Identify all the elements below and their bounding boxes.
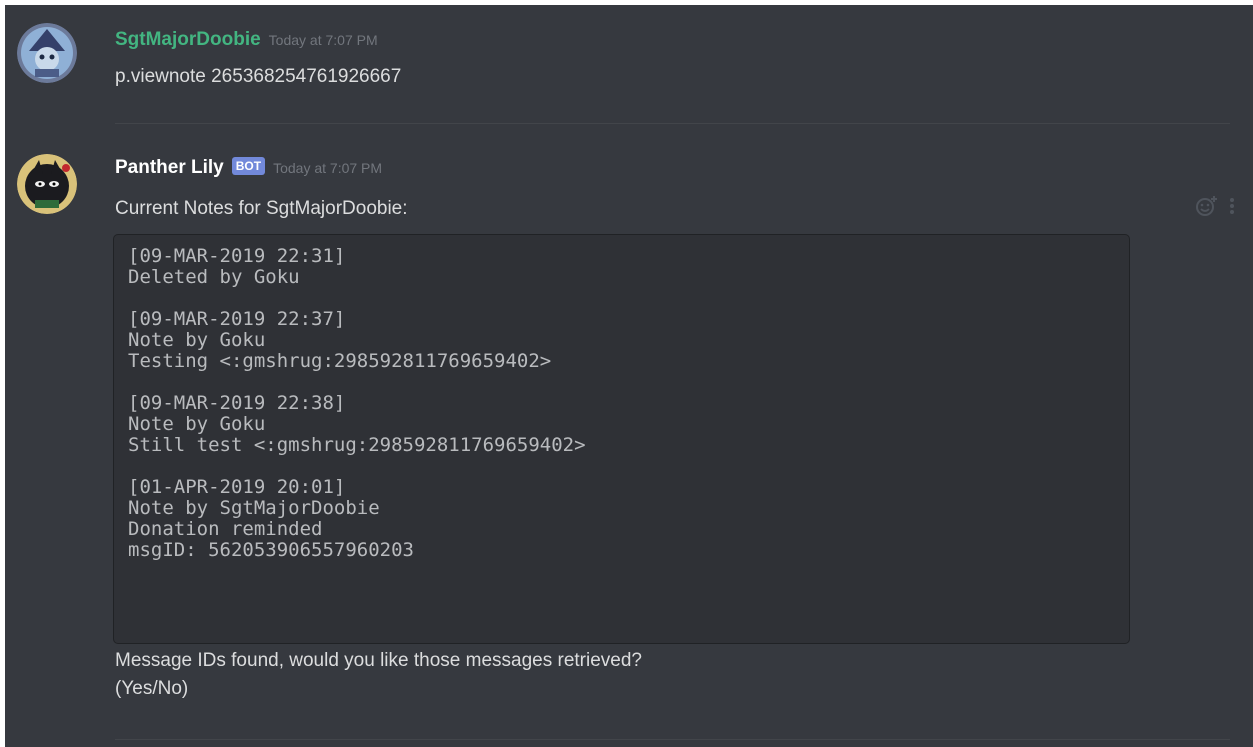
message-header: Panther Lily BOT Today at 7:07 PM <box>115 157 382 179</box>
message-content: p.viewnote 265368254761926667 <box>115 66 402 87</box>
message-actions <box>1195 194 1235 223</box>
bot-badge: BOT <box>231 157 266 175</box>
add-reaction-icon[interactable] <box>1195 194 1219 223</box>
message-content: Current Notes for SgtMajorDoobie: <box>115 198 408 219</box>
username[interactable]: Panther Lily <box>115 157 224 179</box>
message-sgtmajordoobie: SgtMajorDoobie Today at 7:07 PM p.viewno… <box>5 5 1253 123</box>
timestamp: Today at 7:07 PM <box>273 160 383 176</box>
avatar[interactable] <box>17 23 77 83</box>
message-followup: Message IDs found, would you like those … <box>115 650 642 671</box>
code-block: [09-MAR-2019 22:31] Deleted by Goku [09-… <box>113 234 1130 644</box>
message-header: SgtMajorDoobie Today at 7:07 PM <box>115 29 378 51</box>
message-divider <box>115 739 1230 740</box>
timestamp: Today at 7:07 PM <box>268 32 378 48</box>
more-options-icon[interactable] <box>1229 195 1235 222</box>
avatar[interactable] <box>17 154 77 214</box>
message-followup-options: (Yes/No) <box>115 678 189 699</box>
username[interactable]: SgtMajorDoobie <box>115 29 261 51</box>
message-panther-lily: Panther Lily BOT Today at 7:07 PM Curren… <box>5 124 1253 744</box>
chat-panel: SgtMajorDoobie Today at 7:07 PM p.viewno… <box>5 5 1253 747</box>
code-block-text: [09-MAR-2019 22:31] Deleted by Goku [09-… <box>128 245 586 561</box>
